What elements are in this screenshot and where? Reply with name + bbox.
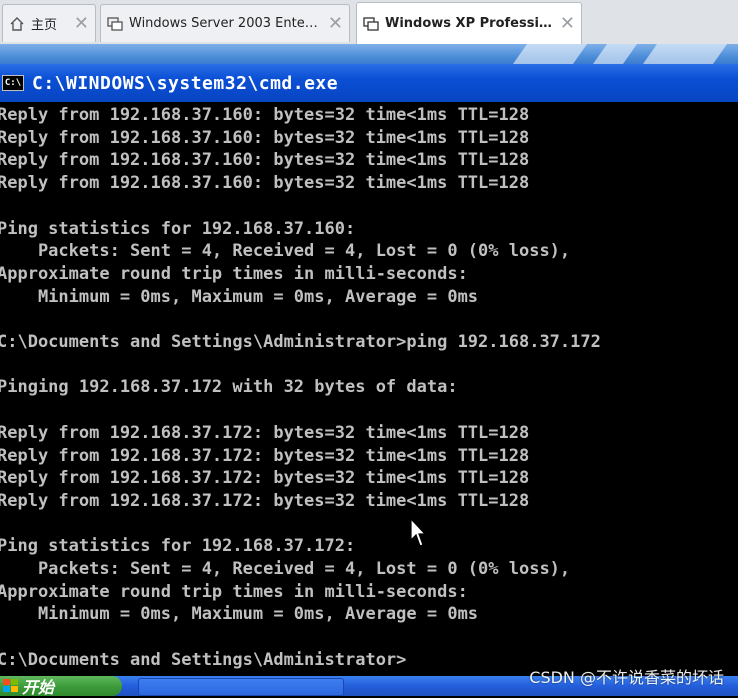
desktop-background [0, 44, 738, 64]
console-line: Minimum = 0ms, Maximum = 0ms, Average = … [0, 604, 479, 625]
console-line: Reply from 192.168.37.160: bytes=32 time… [0, 127, 530, 148]
console-line: Reply from 192.168.37.172: bytes=32 time… [0, 468, 530, 489]
console-line: Ping statistics for 192.168.37.172: [0, 536, 356, 557]
console-line: Packets: Sent = 4, Received = 4, Lost = … [0, 241, 571, 262]
close-icon[interactable]: ✕ [74, 14, 89, 33]
console-line: Reply from 192.168.37.172: bytes=32 time… [0, 445, 530, 466]
tab-windows-server-2003[interactable]: Windows Server 2003 Enterpris... ✕ [100, 4, 350, 42]
vm-tab-strip: 主页 ✕ Windows Server 2003 Enterpris... ✕ … [0, 0, 738, 45]
console-line: C:\Documents and Settings\Administrator>… [0, 332, 601, 352]
tab-windows-xp-professional[interactable]: Windows XP Professional ✕ [356, 2, 582, 44]
windows-logo-icon [3, 679, 18, 692]
taskbar-item-cmd[interactable] [138, 678, 344, 696]
vm-icon [107, 16, 123, 31]
console-output[interactable]: Reply from 192.168.37.160: bytes=32 time… [0, 102, 738, 676]
mouse-pointer-icon [410, 518, 426, 547]
start-label: 开始 [22, 678, 55, 697]
console-line: Ping statistics for 192.168.37.160: [0, 218, 356, 239]
tab-home[interactable]: 主页 ✕ [2, 4, 96, 42]
window-title-bar[interactable]: C:\ C:\WINDOWS\system32\cmd.exe [0, 64, 738, 102]
console-line: Approximate round trip times in milli-se… [0, 581, 468, 602]
console-line: Packets: Sent = 4, Received = 4, Lost = … [0, 559, 571, 579]
vm-icon [363, 16, 379, 31]
console-line: Pinging 192.168.37.172 with 32 bytes of … [0, 377, 458, 398]
watermark: CSDN @不许说香菜的坏话 [529, 668, 724, 687]
console-line: Reply from 192.168.37.160: bytes=32 time… [0, 173, 530, 194]
tab-label: Windows Server 2003 Enterpris... [129, 16, 322, 31]
close-icon[interactable]: ✕ [560, 14, 575, 33]
console-line: C:\Documents and Settings\Administrator> [0, 649, 407, 670]
home-icon [10, 16, 24, 31]
console-line: Minimum = 0ms, Maximum = 0ms, Average = … [0, 286, 479, 307]
console-line: Reply from 192.168.37.160: bytes=32 time… [0, 150, 530, 171]
tab-label: 主页 [31, 18, 58, 33]
window-title: C:\WINDOWS\system32\cmd.exe [32, 72, 339, 94]
console-line: Reply from 192.168.37.172: bytes=32 time… [0, 490, 530, 511]
console-line: Approximate round trip times in milli-se… [0, 263, 468, 284]
close-icon[interactable]: ✕ [328, 14, 343, 33]
cmd-icon[interactable]: C:\ [2, 75, 24, 91]
tab-label: Windows XP Professional [385, 16, 554, 31]
console-line: Reply from 192.168.37.172: bytes=32 time… [0, 422, 530, 443]
console-line: Reply from 192.168.37.160: bytes=32 time… [0, 105, 530, 125]
start-button[interactable]: 开始 [0, 676, 122, 697]
